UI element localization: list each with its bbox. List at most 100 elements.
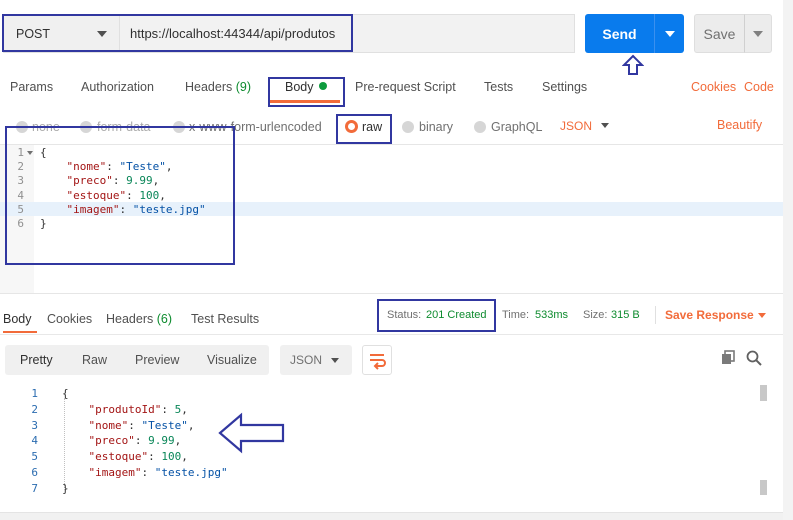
radio-graphql-label[interactable]: GraphQL [491,120,542,134]
code-line: "nome": "Teste", [62,418,195,434]
response-tab-test-results[interactable]: Test Results [191,312,259,326]
code-line: { [62,386,69,402]
code-token: "imagem" [88,466,142,479]
radio-graphql[interactable] [474,121,486,133]
active-tab-indicator [3,331,37,333]
code-line: } [62,481,69,497]
response-tab-body[interactable]: Body [3,312,32,326]
save-label: Save [703,25,736,42]
time-value: 533ms [535,309,569,321]
chevron-down-icon [331,358,339,363]
cookies-link[interactable]: Cookies [691,80,736,98]
send-label: Send [602,25,637,42]
tab-settings[interactable]: Settings [542,80,587,98]
tab-params[interactable]: Params [10,80,53,98]
chevron-down-icon [758,313,766,318]
raw-button[interactable]: Raw [82,353,107,367]
tab-settings-label: Settings [542,80,588,94]
code-token: "nome" [88,418,129,432]
annotation-box-body-tab [268,77,345,107]
line-number: 1 [31,387,38,400]
code-token: : [134,434,149,448]
chevron-down-icon [601,123,609,128]
time-label: Time: [502,309,530,321]
tab-headers[interactable]: Headers (9) [185,80,251,98]
size-value: 315 B [611,309,640,321]
send-button[interactable]: Send [585,14,654,53]
divider [655,306,656,324]
chevron-down-icon [753,31,763,37]
save-options-button[interactable] [744,14,772,53]
response-tab-body-label: Body [3,312,32,326]
status-bar [0,512,783,520]
preview-button[interactable]: Preview [135,353,179,367]
code-token: "Teste" [141,418,188,432]
code-token: , [181,402,188,416]
response-format-value: JSON [290,353,323,367]
code-token: "produtoId" [88,402,162,416]
radio-binary[interactable] [402,121,414,133]
response-tab-headers[interactable]: Headers (6) [106,312,172,326]
tab-authorization[interactable]: Authorization [81,80,154,98]
code-link[interactable]: Code [744,80,774,98]
response-tab-headers-label: Headers [106,312,154,326]
size-label: Size: [583,309,608,321]
code-line: "preco": 9.99, [62,433,182,449]
annotation-arrow-left-icon [218,412,285,454]
code-token: , [181,450,188,464]
tab-headers-label: Headers [185,80,233,94]
code-token: , [187,418,195,432]
code-token: : [148,450,162,464]
annotation-box-request-body [5,126,235,265]
pretty-button[interactable]: Pretty [20,353,53,367]
beautify-button[interactable]: Beautify [717,118,762,132]
response-tab-test-results-label: Test Results [191,312,260,326]
response-scrollbar-thumb[interactable] [760,385,767,401]
line-number: 5 [31,450,38,464]
visualize-button[interactable]: Visualize [207,353,257,367]
response-tab-headers-count: (6) [156,312,173,326]
send-options-button[interactable] [654,14,684,53]
line-number: 7 [31,481,38,495]
save-button[interactable]: Save [694,14,744,53]
tab-prerequest-label: Pre-request Script [355,80,456,94]
search-icon[interactable] [746,350,762,366]
response-scrollbar-thumb[interactable] [760,480,767,495]
code-token: , [174,434,182,448]
tab-tests[interactable]: Tests [484,80,513,98]
code-line: "imagem": "teste.jpg" [62,465,228,481]
tab-authorization-label: Authorization [81,80,154,94]
save-response-button[interactable]: Save Response [665,308,754,322]
response-tab-cookies[interactable]: Cookies [47,312,92,326]
cookies-link-label: Cookies [691,80,737,94]
annotation-box-raw [336,114,392,144]
wrap-lines-button[interactable] [362,345,392,375]
annotation-box-status [377,299,496,332]
code-token: : [161,402,175,416]
code-token: } [62,481,69,495]
tab-prerequest-script[interactable]: Pre-request Script [355,80,456,98]
code-token: "estoque" [88,450,149,464]
tab-headers-count: (9) [235,80,252,94]
page-scrollbar[interactable] [783,0,793,520]
code-line: "estoque": 100, [62,449,188,465]
response-tab-cookies-label: Cookies [47,312,93,326]
code-line: "produtoId": 5, [62,402,188,418]
tab-params-label: Params [10,80,54,94]
copy-icon[interactable] [720,350,736,366]
wrap-lines-icon [370,354,386,370]
radio-binary-label[interactable]: binary [419,120,453,134]
chevron-down-icon [665,31,675,37]
line-number: 4 [31,434,38,448]
code-token: "preco" [88,434,135,448]
line-number: 3 [31,418,38,432]
code-token: : [128,418,142,432]
code-token: "teste.jpg" [154,466,228,479]
annotation-arrow-up-icon [622,54,644,75]
body-format-select[interactable]: JSON [560,119,592,133]
code-token: 100 [161,450,182,464]
